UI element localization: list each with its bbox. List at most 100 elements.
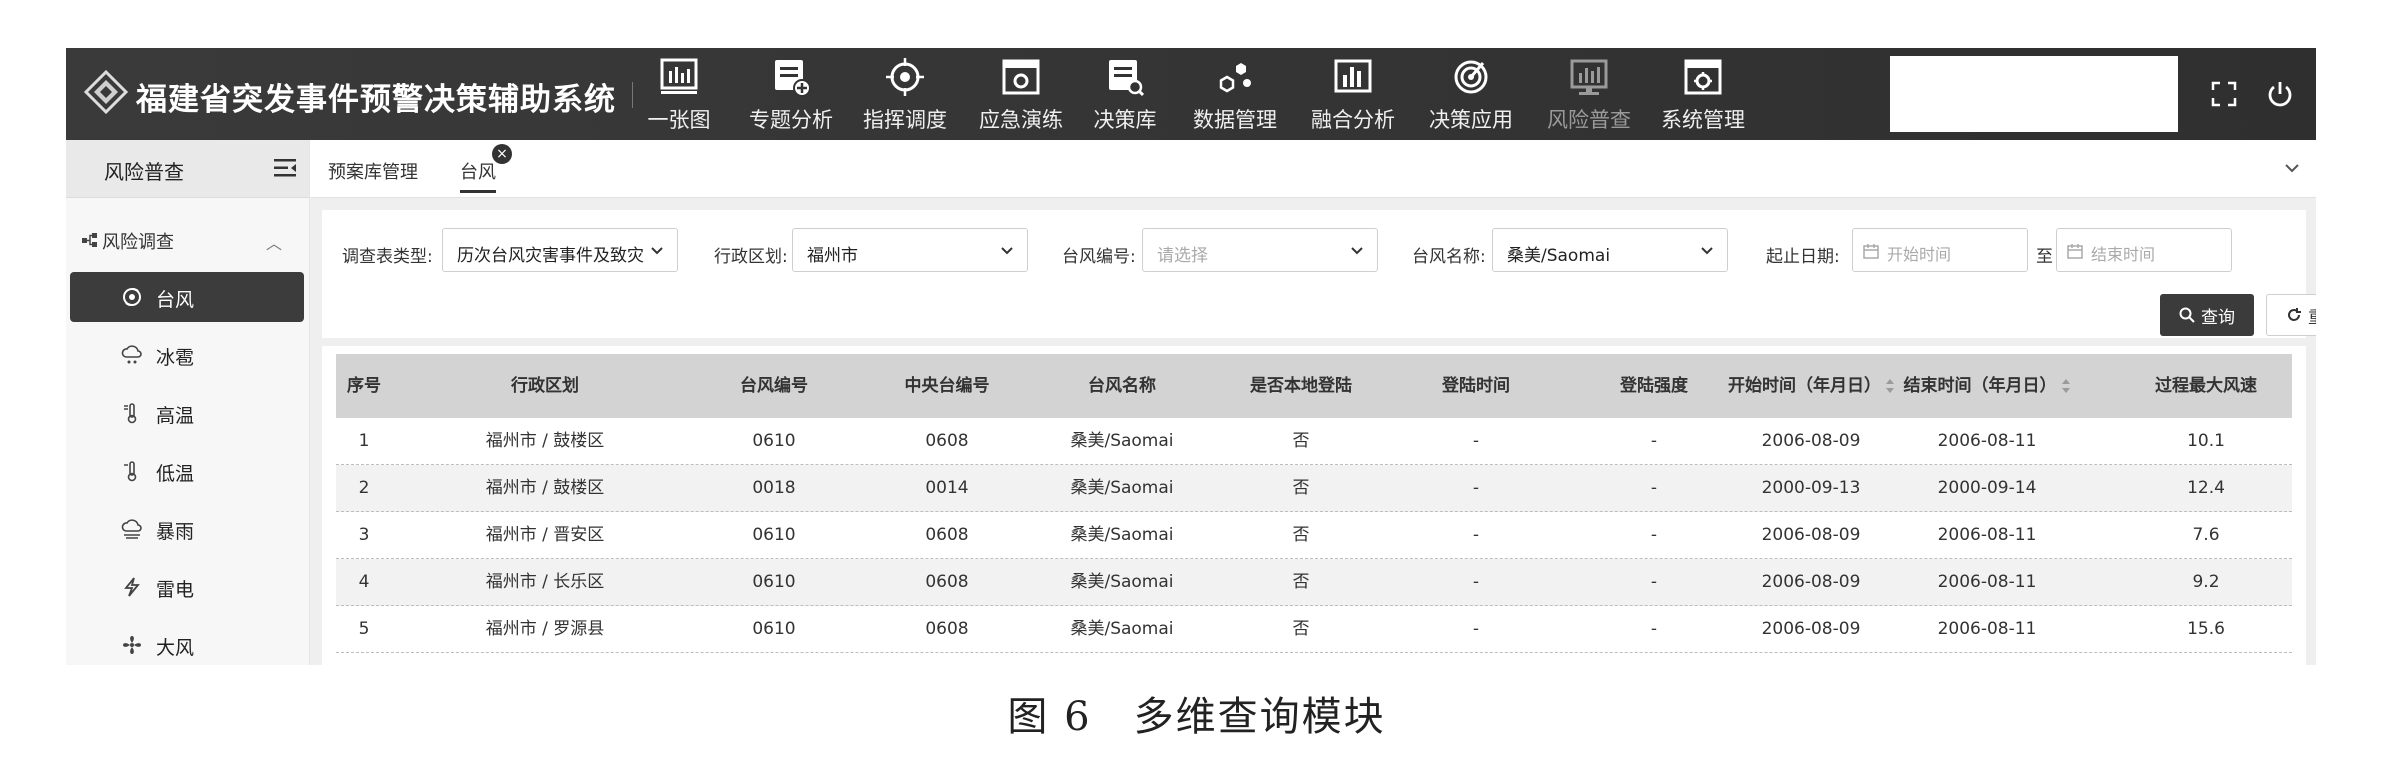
cell: 10.1: [2187, 431, 2225, 451]
nav-item-drill[interactable]: 应急演练: [976, 54, 1066, 138]
nav-item-risk-census[interactable]: 风险普查: [1544, 54, 1634, 138]
sidebar-item-low-temp[interactable]: 低温: [70, 446, 304, 496]
cell: 桑美/Saomai: [1070, 525, 1174, 545]
survey-type-value: 历次台风灾害事件及致灾: [457, 246, 644, 266]
sidebar-group-risk-survey[interactable]: 风险调查 ︿: [66, 228, 310, 258]
cell: 0610: [752, 431, 796, 451]
query-button[interactable]: 查询: [2160, 294, 2254, 336]
cell: 桑美/Saomai: [1070, 478, 1174, 498]
cell: 否: [1292, 525, 1310, 545]
cell: 15.6: [2187, 619, 2225, 639]
start-date-placeholder: 开始时间: [1887, 245, 1952, 264]
sidebar-item-thunder[interactable]: 雷电: [70, 562, 304, 612]
typhoon-name-select[interactable]: 桑美/Saomai: [1492, 228, 1728, 272]
menu-collapse-icon[interactable]: [274, 158, 296, 178]
sidebar-item-hail[interactable]: 冰雹: [70, 330, 304, 380]
tab-plan-library[interactable]: 预案库管理: [328, 158, 418, 184]
table-row[interactable]: 1 福州市 / 鼓楼区 0610 0608 桑美/Saomai 否 - - 20…: [336, 418, 2292, 465]
drill-window-icon: [998, 54, 1044, 100]
end-date-input[interactable]: 结束时间: [2056, 228, 2232, 272]
nav-label: 决策应用: [1429, 108, 1513, 132]
cell: -: [1650, 619, 1658, 639]
nav-label: 风险普查: [1547, 108, 1631, 132]
date-separator: 至: [2036, 247, 2053, 267]
region-select[interactable]: 福州市: [792, 228, 1028, 272]
sidebar-item-gale[interactable]: 大风: [70, 620, 304, 665]
sidebar-item-typhoon[interactable]: 台风: [70, 272, 304, 322]
app-title: 福建省突发事件预警决策辅助系统: [136, 82, 616, 118]
chevron-down-icon: [1001, 247, 1013, 255]
nav-label: 专题分析: [749, 108, 833, 132]
typhoon-name-value: 桑美/Saomai: [1507, 246, 1611, 266]
cell: -: [1472, 478, 1480, 498]
cell: 2006-08-09: [1761, 572, 1861, 592]
tab-typhoon[interactable]: 台风: [460, 158, 496, 193]
chevron-down-icon[interactable]: [2282, 158, 2302, 178]
bar-chart-icon: [1330, 54, 1376, 100]
cell: 0610: [752, 572, 796, 592]
nav-item-topic-analysis[interactable]: 专题分析: [746, 54, 836, 138]
cell: 2006-08-11: [1937, 431, 2037, 451]
cell: 2000-09-14: [1937, 478, 2037, 498]
document-search-icon: [1102, 54, 1148, 100]
nav-item-decision-library[interactable]: 决策库: [1092, 54, 1158, 138]
table-row[interactable]: 5 福州市 / 罗源县 0610 0608 桑美/Saomai 否 - - 20…: [336, 606, 2292, 653]
sidebar-item-high-temp[interactable]: 高温: [70, 388, 304, 438]
sort-icon: [2061, 379, 2070, 393]
col-header: 行政区划: [511, 376, 579, 396]
fullscreen-button[interactable]: [2206, 76, 2242, 112]
refresh-icon: [2288, 308, 2301, 321]
cell: 3: [358, 525, 370, 545]
cell: 7.6: [2192, 525, 2220, 545]
sidebar-item-label: 台风: [156, 289, 195, 311]
typhoon-number-select[interactable]: 请选择: [1142, 228, 1378, 272]
nav-item-command[interactable]: 指挥调度: [860, 54, 950, 138]
sidebar-item-rainstorm[interactable]: 暴雨: [70, 504, 304, 554]
cell: -: [1472, 431, 1480, 451]
chevron-up-icon: ︿: [266, 234, 283, 253]
cell: 0014: [925, 478, 969, 498]
col-header-sortable[interactable]: 开始时间（年月日）: [1728, 354, 1894, 418]
region-value: 福州市: [807, 246, 858, 266]
cell: 福州市 / 鼓楼区: [485, 431, 605, 451]
start-date-input[interactable]: 开始时间: [1852, 228, 2028, 272]
map-screen-icon: [656, 54, 702, 100]
cell: 12.4: [2187, 478, 2225, 498]
cell: 2006-08-09: [1761, 619, 1861, 639]
nav-item-system-management[interactable]: 系统管理: [1658, 54, 1748, 138]
chevron-down-icon: [1351, 247, 1363, 255]
cell: 否: [1292, 572, 1310, 592]
table-row[interactable]: 2 福州市 / 鼓楼区 0018 0014 桑美/Saomai 否 - - 20…: [336, 465, 2292, 512]
app-window: 福建省突发事件预警决策辅助系统 一张图 专题分析 指挥调度 应急演练 决策库 数…: [66, 48, 2316, 665]
cell: 桑美/Saomai: [1070, 572, 1174, 592]
power-icon: [2268, 82, 2292, 107]
nav-item-map[interactable]: 一张图: [646, 54, 712, 138]
typhoon-number-label: 台风编号:: [1062, 247, 1136, 267]
sidebar-item-label: 大风: [156, 637, 195, 659]
col-header: 台风名称: [1088, 376, 1156, 396]
col-header-sortable[interactable]: 结束时间（年月日）: [1900, 354, 2074, 418]
survey-type-select[interactable]: 历次台风灾害事件及致灾: [442, 228, 678, 272]
nav-item-data-management[interactable]: 数据管理: [1190, 54, 1280, 138]
document-add-icon: [768, 54, 814, 100]
nav-item-decision-app[interactable]: 决策应用: [1426, 54, 1516, 138]
cell: -: [1650, 431, 1658, 451]
table-row[interactable]: 3 福州市 / 晋安区 0610 0608 桑美/Saomai 否 - - 20…: [336, 512, 2292, 559]
cell: -: [1650, 478, 1658, 498]
cell: 5: [358, 619, 370, 639]
tab-close-icon[interactable]: ×: [492, 144, 512, 164]
table-row[interactable]: 4 福州市 / 长乐区 0610 0608 桑美/Saomai 否 - - 20…: [336, 559, 2292, 606]
nav-item-fusion-analysis[interactable]: 融合分析: [1308, 54, 1398, 138]
fullscreen-icon: [2211, 81, 2237, 107]
cell: 否: [1292, 478, 1310, 498]
nav-label: 融合分析: [1311, 108, 1395, 132]
reset-button[interactable]: 重置: [2266, 294, 2316, 336]
header-search-input[interactable]: [1890, 56, 2178, 132]
sidebar-item-label: 雷电: [156, 579, 195, 601]
cell: 福州市 / 鼓楼区: [485, 478, 605, 498]
typhoon-icon: [120, 285, 144, 309]
col-header: 登陆强度: [1620, 376, 1688, 396]
nav-label: 应急演练: [979, 108, 1063, 132]
power-button[interactable]: [2262, 76, 2298, 112]
header-divider: [632, 82, 633, 108]
